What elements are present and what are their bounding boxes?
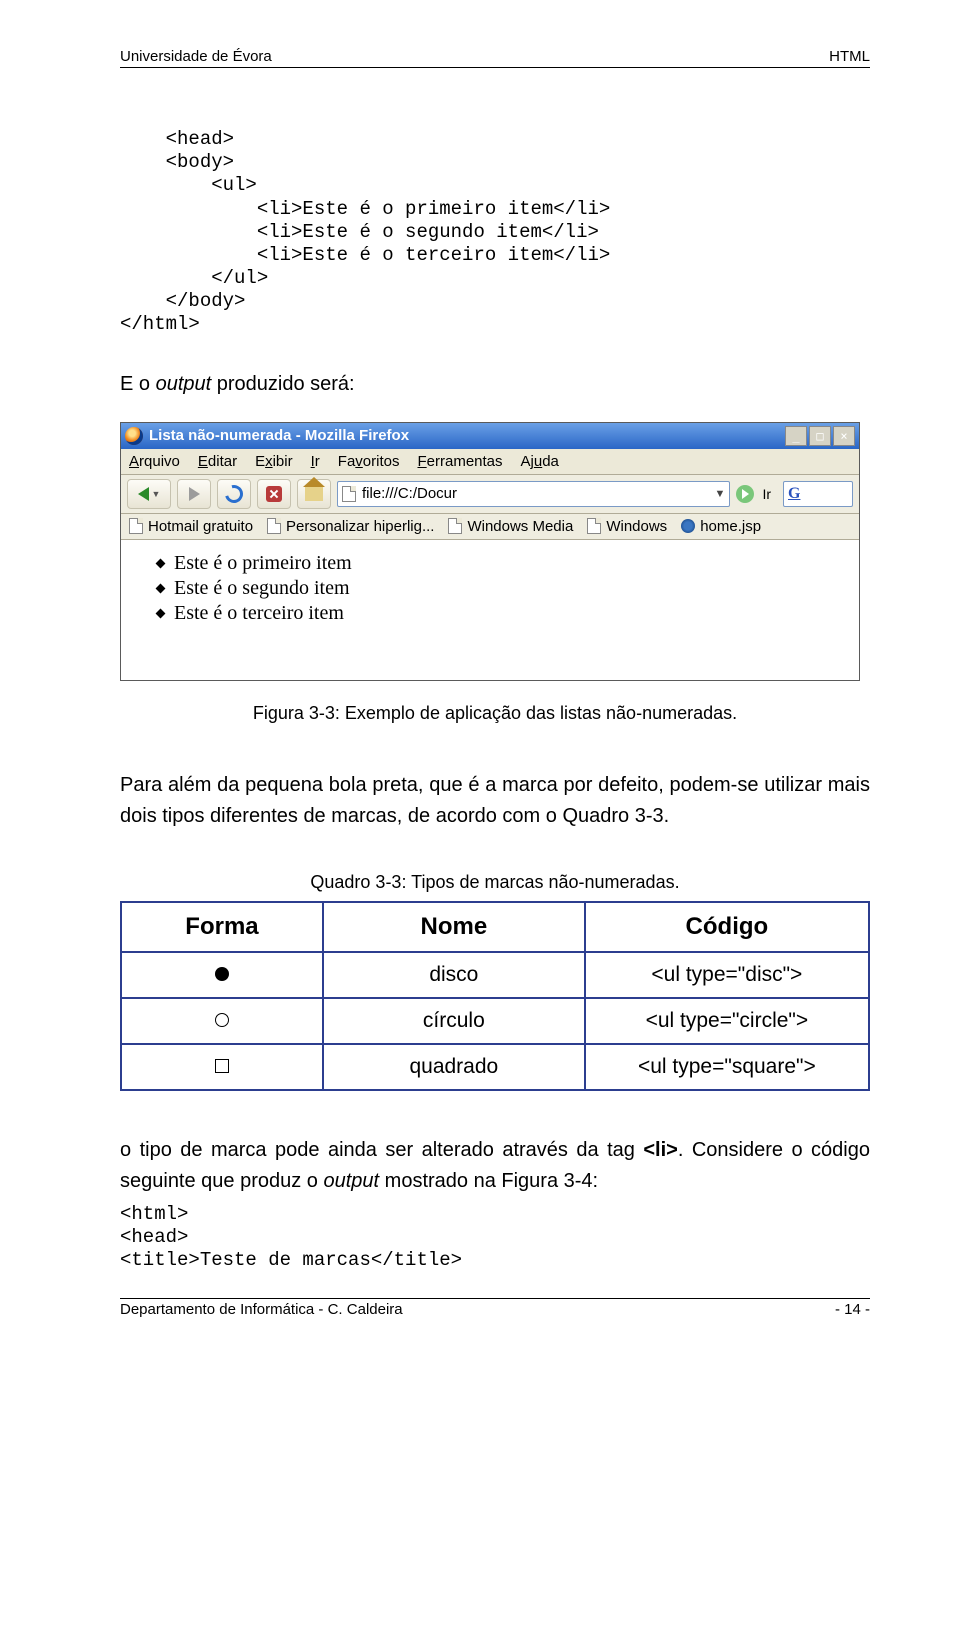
table-row: disco <ul type="disc">	[121, 952, 869, 998]
window-title: Lista não-numerada - Mozilla Firefox	[149, 427, 785, 444]
bookmark-homejsp[interactable]: home.jsp	[681, 518, 761, 535]
table-caption: Quadro 3-3: Tipos de marcas não-numerada…	[120, 872, 870, 893]
google-icon: G	[788, 485, 800, 503]
output-sentence: E o output produzido será:	[120, 373, 870, 396]
code-block-2: <html> <head> <title>Teste de marcas</ti…	[120, 1203, 870, 1273]
cell-nome: círculo	[323, 998, 585, 1044]
url-bar[interactable]: file:///C:/Docur ▼	[337, 481, 730, 507]
cell-shape-circle	[121, 998, 323, 1044]
header-left: Universidade de Évora	[120, 48, 272, 65]
menu-editar[interactable]: Editar	[198, 453, 237, 470]
list-item: Este é o primeiro item	[157, 552, 841, 575]
url-text: file:///C:/Docur	[362, 485, 709, 502]
cell-shape-square	[121, 1044, 323, 1090]
menu-favoritos[interactable]: Favoritos	[338, 453, 400, 470]
footer-left: Departamento de Informática - C. Caldeir…	[120, 1301, 403, 1318]
reload-icon	[222, 481, 247, 506]
home-button[interactable]	[297, 479, 331, 509]
page-header: Universidade de Évora HTML	[120, 48, 870, 68]
maximize-button[interactable]: □	[809, 426, 831, 446]
paragraph-1: Para além da pequena bola preta, que é a…	[120, 770, 870, 832]
arrow-left-icon	[138, 487, 149, 501]
menu-arquivo[interactable]: Arquivo	[129, 453, 180, 470]
th-forma: Forma	[121, 902, 323, 952]
header-right: HTML	[829, 48, 870, 65]
menu-ferramentas[interactable]: Ferramentas	[417, 453, 502, 470]
bullet-icon	[156, 558, 166, 568]
markers-table: Forma Nome Código disco <ul type="disc">…	[120, 901, 870, 1091]
cell-shape-disc	[121, 952, 323, 998]
table-row: círculo <ul type="circle">	[121, 998, 869, 1044]
browser-window: Lista não-numerada - Mozilla Firefox _ □…	[120, 422, 860, 681]
home-icon	[305, 487, 323, 501]
page-icon	[342, 486, 356, 502]
table-header-row: Forma Nome Código	[121, 902, 869, 952]
url-dropdown-icon[interactable]: ▼	[715, 488, 726, 500]
list-item: Este é o terceiro item	[157, 602, 841, 625]
cell-nome: disco	[323, 952, 585, 998]
titlebar: Lista não-numerada - Mozilla Firefox _ □…	[121, 423, 859, 449]
minimize-button[interactable]: _	[785, 426, 807, 446]
circle-icon	[215, 1013, 229, 1027]
footer-right: - 14 -	[835, 1301, 870, 1318]
square-icon	[215, 1059, 229, 1073]
page-icon	[129, 518, 143, 534]
go-button[interactable]	[736, 485, 754, 503]
globe-icon	[681, 519, 695, 533]
bookmark-personalizar[interactable]: Personalizar hiperlig...	[267, 518, 434, 535]
bullet-icon	[156, 583, 166, 593]
back-button[interactable]: ▼	[127, 479, 171, 509]
menubar: Arquivo Editar Exibir Ir Favoritos Ferra…	[121, 449, 859, 475]
forward-button[interactable]	[177, 479, 211, 509]
th-codigo: Código	[585, 902, 869, 952]
menu-ajuda[interactable]: Ajuda	[521, 453, 559, 470]
stop-icon	[266, 486, 282, 502]
cell-codigo: <ul type="square">	[585, 1044, 869, 1090]
search-box[interactable]: G	[783, 481, 853, 507]
bookmark-hotmail[interactable]: Hotmail gratuito	[129, 518, 253, 535]
firefox-icon	[125, 427, 143, 445]
paragraph-2: o tipo de marca pode ainda ser alterado …	[120, 1135, 870, 1197]
page-icon	[587, 518, 601, 534]
table-row: quadrado <ul type="square">	[121, 1044, 869, 1090]
code-block-1: <head> <body> <ul> <li>Este é o primeiro…	[120, 128, 870, 337]
close-button[interactable]: ×	[833, 426, 855, 446]
figure-caption: Figura 3-3: Exemplo de aplicação das lis…	[120, 703, 870, 724]
bookmark-windows[interactable]: Windows	[587, 518, 667, 535]
th-nome: Nome	[323, 902, 585, 952]
list-item: Este é o segundo item	[157, 577, 841, 600]
page-footer: Departamento de Informática - C. Caldeir…	[120, 1298, 870, 1318]
menu-exibir[interactable]: Exibir	[255, 453, 293, 470]
browser-content: Este é o primeiro item Este é o segundo …	[121, 540, 859, 680]
stop-button[interactable]	[257, 479, 291, 509]
cell-codigo: <ul type="circle">	[585, 998, 869, 1044]
go-label: Ir	[762, 486, 771, 502]
disc-icon	[215, 967, 229, 981]
cell-codigo: <ul type="disc">	[585, 952, 869, 998]
page-icon	[448, 518, 462, 534]
bookmark-windows-media[interactable]: Windows Media	[448, 518, 573, 535]
menu-ir[interactable]: Ir	[311, 453, 320, 470]
toolbar: ▼ file:///C:/Docur ▼ Ir G	[121, 475, 859, 514]
bookmarks-bar: Hotmail gratuito Personalizar hiperlig..…	[121, 514, 859, 540]
bullet-icon	[156, 608, 166, 618]
cell-nome: quadrado	[323, 1044, 585, 1090]
reload-button[interactable]	[217, 479, 251, 509]
arrow-right-icon	[189, 487, 200, 501]
page-icon	[267, 518, 281, 534]
